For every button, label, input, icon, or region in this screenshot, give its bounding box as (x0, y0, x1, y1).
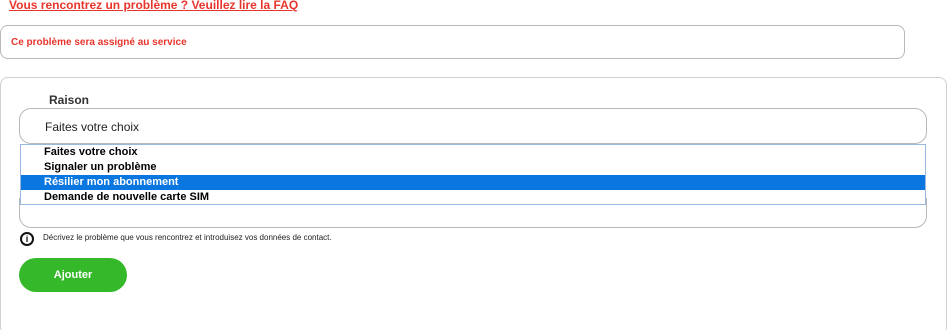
support-form-page: Vous rencontrez un problème ? Veuillez l… (0, 0, 947, 330)
reason-option-report-problem[interactable]: Signaler un problème (21, 160, 925, 175)
reason-label: Raison (49, 93, 90, 107)
reason-option-choose[interactable]: Faites votre choix (21, 145, 925, 160)
reason-dropdown-list[interactable]: Faites votre choix Signaler un problème … (20, 144, 926, 205)
assignment-notice-box: Ce problème sera assigné au service (0, 25, 905, 59)
reason-option-new-sim-card[interactable]: Demande de nouvelle carte SIM (21, 190, 925, 205)
faq-link[interactable]: Vous rencontrez un problème ? Veuillez l… (9, 0, 298, 12)
assignment-notice-text: Ce problème sera assigné au service (11, 37, 187, 48)
info-icon: i (20, 232, 34, 246)
add-button[interactable]: Ajouter (19, 258, 127, 292)
reason-select-value: Faites votre choix (45, 120, 140, 134)
reason-option-cancel-subscription[interactable]: Résilier mon abonnement (21, 175, 925, 190)
reason-select[interactable]: Faites votre choix (19, 108, 927, 144)
info-hint-text: Décrivez le problème que vous rencontrez… (43, 233, 332, 242)
